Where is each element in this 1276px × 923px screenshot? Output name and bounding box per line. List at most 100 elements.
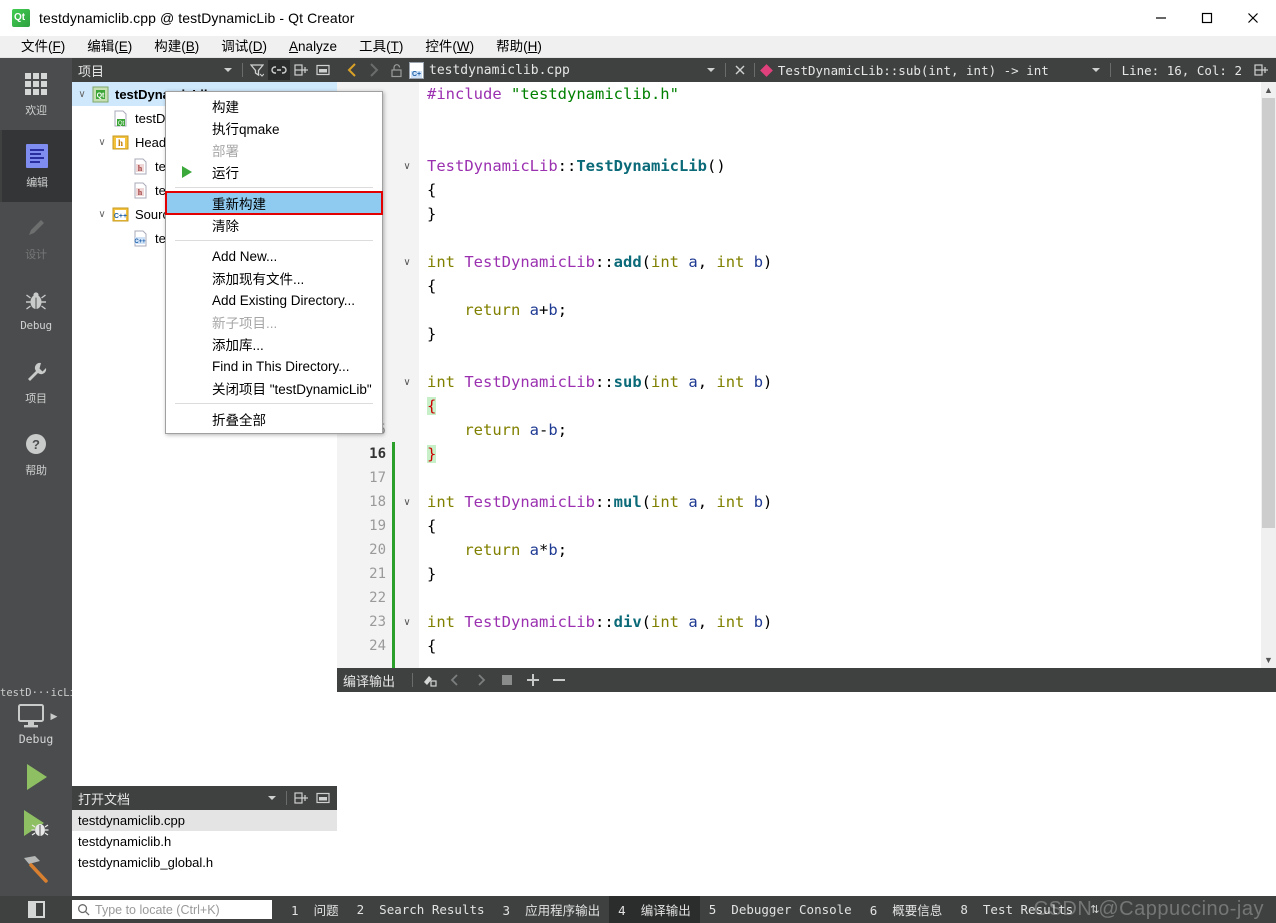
fold-chevron-icon[interactable]: ∨ <box>395 250 419 274</box>
fold-column[interactable]: ∨ ∨ ∨ ∨ ∨ <box>395 82 419 668</box>
fold-chevron-icon[interactable]: ∨ <box>395 370 419 394</box>
code-editor[interactable]: 15161718192021222324 ∨∨∨∨∨ #include "tes… <box>337 82 1276 668</box>
fold-spacer <box>395 634 419 658</box>
status-tab-6[interactable]: 6 概要信息 <box>861 896 952 923</box>
fold-chevron-icon[interactable]: ∨ <box>395 154 419 178</box>
next-arrow-icon[interactable] <box>468 670 494 690</box>
symbol-dropdown-icon[interactable] <box>1085 60 1107 80</box>
back-arrow-icon[interactable] <box>341 60 363 80</box>
file-dropdown-icon[interactable] <box>700 60 722 80</box>
scroll-down-arrow[interactable]: ▼ <box>1261 652 1276 668</box>
search-input[interactable]: Type to locate (Ctrl+K) <box>72 900 272 919</box>
mode-edit[interactable]: 编辑 <box>0 130 72 202</box>
code-line <box>427 586 1261 610</box>
menu-item-0[interactable]: 文件(F) <box>10 36 76 58</box>
run-button[interactable] <box>0 754 72 800</box>
clear-broom-icon[interactable] <box>416 670 442 690</box>
editor-vertical-scrollbar[interactable]: ▲ ▼ <box>1261 82 1276 668</box>
menu-item-7[interactable]: 帮助(H) <box>485 36 553 58</box>
line-number: 20 <box>337 538 395 562</box>
menu-separator <box>175 240 373 241</box>
dropdown-arrow-icon[interactable] <box>217 60 239 80</box>
mode-debug[interactable]: Debug <box>0 274 72 346</box>
link-icon[interactable] <box>268 60 290 80</box>
context-menu-item-10[interactable]: Add Existing Directory... <box>166 289 382 311</box>
close-editor-icon[interactable] <box>729 60 751 80</box>
open-document-item[interactable]: testdynamiclib.h <box>72 831 337 852</box>
status-tab-1[interactable]: 1 问题 <box>282 896 348 923</box>
context-menu-item-14[interactable]: 关闭项目 "testDynamicLib" <box>166 377 382 399</box>
open-document-item[interactable]: testdynamiclib_global.h <box>72 852 337 873</box>
close-panel-icon[interactable] <box>312 60 334 80</box>
open-documents-list[interactable]: testdynamiclib.cpptestdynamiclib.htestdy… <box>72 810 337 896</box>
context-menu-item-3[interactable]: 运行 <box>166 161 382 183</box>
sidebar-toggle-icon[interactable] <box>0 896 72 923</box>
editor-filename[interactable]: testdynamiclib.cpp <box>429 63 570 78</box>
chevron-down-icon[interactable]: ∨ <box>72 89 92 100</box>
split-icon[interactable] <box>1250 60 1272 80</box>
context-menu-item-8[interactable]: Add New... <box>166 245 382 267</box>
fold-spacer <box>395 394 419 418</box>
status-tab-4[interactable]: 4 编译输出 <box>609 896 700 923</box>
context-menu-item-13[interactable]: Find in This Directory... <box>166 355 382 377</box>
zoom-out-icon[interactable] <box>546 670 572 690</box>
code-line: int TestDynamicLib::div(int a, int b) <box>427 610 1261 634</box>
split-icon[interactable] <box>290 60 312 80</box>
fold-chevron-icon[interactable]: ∨ <box>395 610 419 634</box>
context-menu-item-5[interactable]: 重新构建 <box>166 192 382 214</box>
status-tab-5[interactable]: 5 Debugger Console <box>700 898 861 921</box>
close-panel-icon[interactable] <box>312 788 334 808</box>
code-line <box>427 130 1261 154</box>
chevron-down-icon[interactable]: ∨ <box>92 137 112 148</box>
close-button[interactable] <box>1230 0 1276 36</box>
context-menu-item-9[interactable]: 添加现有文件... <box>166 267 382 289</box>
unlocked-icon[interactable] <box>385 60 407 80</box>
code-text-area[interactable]: #include "testdynamiclib.h" TestDynamicL… <box>419 82 1261 668</box>
menu-item-5[interactable]: 工具(T) <box>348 36 414 58</box>
status-tab-2[interactable]: 2 Search Results <box>348 898 494 921</box>
menu-item-1[interactable]: 编辑(E) <box>76 36 143 58</box>
dropdown-arrow-icon[interactable] <box>261 788 283 808</box>
editor-symbol-label[interactable]: TestDynamicLib::sub(int, int) -> int <box>778 63 1049 78</box>
mode-help[interactable]: ? 帮助 <box>0 418 72 490</box>
context-menu-item-16[interactable]: 折叠全部 <box>166 408 382 430</box>
context-menu-item-1[interactable]: 执行qmake <box>166 117 382 139</box>
fold-spacer <box>395 202 419 226</box>
chevron-down-icon[interactable]: ∨ <box>92 209 112 220</box>
line-number: 18 <box>337 490 395 514</box>
mode-welcome[interactable]: 欢迎 <box>0 58 72 130</box>
stop-icon[interactable] <box>494 670 520 690</box>
menu-item-6[interactable]: 控件(W) <box>414 36 485 58</box>
output-pane-updown-icon[interactable]: ⇅ <box>1082 903 1107 916</box>
prev-arrow-icon[interactable] <box>442 670 468 690</box>
open-document-item[interactable]: testdynamiclib.cpp <box>72 810 337 831</box>
menu-item-2[interactable]: 构建(B) <box>143 36 210 58</box>
line-col-indicator[interactable]: Line: 16, Col: 2 <box>1114 63 1250 78</box>
build-button[interactable] <box>0 846 72 892</box>
debug-icon <box>18 806 54 840</box>
menu-item-3[interactable]: 调试(D) <box>210 36 278 58</box>
fold-spacer <box>395 226 419 250</box>
context-menu-item-0[interactable]: 构建 <box>166 95 382 117</box>
context-menu-item-6[interactable]: 清除 <box>166 214 382 236</box>
maximize-button[interactable] <box>1184 0 1230 36</box>
minimize-button[interactable] <box>1138 0 1184 36</box>
split-icon[interactable] <box>290 788 312 808</box>
scroll-up-arrow[interactable]: ▲ <box>1261 82 1276 98</box>
output-pane-content[interactable] <box>337 692 1276 896</box>
document-lines-icon <box>24 143 50 169</box>
filter-icon[interactable] <box>246 60 268 80</box>
status-tab-8[interactable]: 8 Test Results <box>951 898 1082 921</box>
scrollbar-thumb[interactable] <box>1262 98 1275 528</box>
fold-chevron-icon[interactable]: ∨ <box>395 490 419 514</box>
svg-text:C++: C++ <box>134 239 146 245</box>
debug-run-button[interactable] <box>0 800 72 846</box>
context-menu-item-12[interactable]: 添加库... <box>166 333 382 355</box>
mode-projects[interactable]: 项目 <box>0 346 72 418</box>
code-line: TestDynamicLib::TestDynamicLib() <box>427 154 1261 178</box>
status-tab-3[interactable]: 3 应用程序输出 <box>494 896 610 923</box>
zoom-in-icon[interactable] <box>520 670 546 690</box>
menu-analyze[interactable]: Analyze <box>278 36 348 58</box>
project-context-menu[interactable]: 构建执行qmake部署运行重新构建清除Add New...添加现有文件...Ad… <box>165 91 383 434</box>
kit-selector-button[interactable]: ▶ Debug <box>0 703 72 754</box>
